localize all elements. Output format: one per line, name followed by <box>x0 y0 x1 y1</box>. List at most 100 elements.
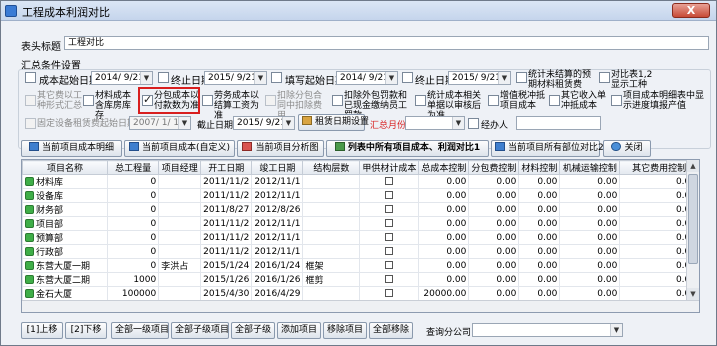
table-cell: 0 <box>106 230 160 245</box>
current-project-chart-button[interactable]: 当前项目分析图 <box>237 140 324 157</box>
fill-end-date-checkbox[interactable] <box>402 72 413 83</box>
remove-project-button[interactable]: 移除项目 <box>323 322 367 339</box>
table-row[interactable]: 设备库02011/11/22012/11/10.000.000.000.000.… <box>22 188 699 203</box>
table-row[interactable]: 财务部02011/8/272012/8/260.000.000.000.000.… <box>22 202 699 217</box>
progress-output-checkbox[interactable] <box>611 95 622 106</box>
table-cell <box>158 216 202 231</box>
table-cell: 框剪 <box>302 272 361 287</box>
fixed-rent-start-checkbox[interactable] <box>25 118 36 129</box>
table-cell: 2015/1/24 <box>200 258 253 273</box>
table-cell: 2012/11/1 <box>251 244 304 259</box>
grid-vertical-scrollbar[interactable]: ▲ ▼ <box>686 160 699 312</box>
move-up-button[interactable]: [1]上移 <box>21 322 63 339</box>
list-all-projects-compare-button[interactable]: 列表中所有项目成本、利润对比1 <box>326 140 489 157</box>
manager-checkbox[interactable] <box>468 118 479 129</box>
scroll-up-icon[interactable]: ▲ <box>687 160 699 172</box>
column-header[interactable]: 开工日期 <box>200 160 253 175</box>
table-cell: 100000 <box>106 286 160 301</box>
current-project-parts-compare-button[interactable]: 当前项目所有部位对比2 <box>491 140 604 157</box>
table-row[interactable]: 预算部02011/11/22012/11/10.000.000.000.000.… <box>22 230 699 245</box>
column-header[interactable]: 甲供材计成本 <box>359 160 420 175</box>
column-header[interactable]: 材料控制 <box>518 160 561 175</box>
deduct-penalty-checkbox[interactable] <box>332 95 343 106</box>
close-icon <box>611 142 622 151</box>
table-row[interactable]: 材料库02011/11/22012/11/10.000.000.000.000.… <box>22 174 699 189</box>
current-project-cost-custom-button[interactable]: 当前项目成本(自定义) <box>124 140 235 157</box>
unsettled-rent-label: 统计未结算的预期材料租赁费 <box>528 70 592 90</box>
column-header[interactable]: 机械运输控制 <box>559 160 621 175</box>
table-cell: 2011/11/2 <box>200 174 253 189</box>
table-cell: 设备库 <box>22 188 108 203</box>
table-cell: 0.00 <box>418 188 470 203</box>
table-cell: 2015/4/30 <box>200 286 253 301</box>
manager-input[interactable] <box>516 116 601 130</box>
summary-month-select[interactable]: ▼ <box>405 116 465 130</box>
query-branch-select[interactable]: ▼ <box>472 323 623 337</box>
move-down-button[interactable]: [2]下移 <box>65 322 107 339</box>
table-title-input[interactable]: 工程对比 <box>64 36 709 50</box>
column-header[interactable]: 项目经理 <box>158 160 202 175</box>
supplied-material-checkbox[interactable] <box>385 176 394 185</box>
cost-start-date-picker[interactable]: 2014/ 9/21 ▼ <box>91 71 153 85</box>
column-header[interactable]: 竣工日期 <box>251 160 304 175</box>
supplied-material-checkbox[interactable] <box>385 274 394 283</box>
column-header[interactable]: 总工程量 <box>106 160 160 175</box>
supplied-material-checkbox[interactable] <box>385 232 394 241</box>
supplied-material-checkbox[interactable] <box>385 246 394 255</box>
chevron-down-icon: ▼ <box>282 117 294 129</box>
labor-settlement-checkbox[interactable] <box>202 95 213 106</box>
unsettled-rent-checkbox[interactable] <box>516 72 527 83</box>
table-cell: 0.00 <box>468 174 520 189</box>
supplied-material-checkbox[interactable] <box>385 260 394 269</box>
scroll-thumb[interactable] <box>688 174 698 264</box>
rent-end-date-picker[interactable]: 2015/ 9/21 ▼ <box>233 116 295 130</box>
table-row[interactable]: 东营大厦一期 0 李洪占 2015/1/24 2016/1/24 框架 0.00 0.00 0.… <box>22 258 699 273</box>
other-fee-worktype-checkbox[interactable] <box>25 95 36 106</box>
cost-start-date-checkbox[interactable] <box>25 72 36 83</box>
close-window-button[interactable]: X <box>672 3 710 18</box>
table-cell <box>302 216 361 231</box>
supplied-material-checkbox[interactable] <box>385 204 394 213</box>
cost-end-date-picker[interactable]: 2015/ 9/21 ▼ <box>204 71 267 85</box>
current-project-cost-detail-button[interactable]: 当前项目成本明细 <box>21 140 122 157</box>
column-header[interactable]: 分包费控制 <box>468 160 520 175</box>
add-project-button[interactable]: 添加项目 <box>277 322 321 339</box>
query-branch-label: 查询分公司 <box>426 328 472 338</box>
supplied-material-checkbox[interactable] <box>385 288 394 297</box>
all-level1-projects-button[interactable]: 全部一级项目 <box>111 322 169 339</box>
compare-table-worktype-checkbox[interactable] <box>599 72 610 83</box>
fill-end-date-picker[interactable]: 2015/ 9/21 ▼ <box>448 71 511 85</box>
column-header[interactable]: 结构层数 <box>302 160 361 175</box>
remove-all-button[interactable]: 全部移除 <box>369 322 413 339</box>
vat-offset-checkbox[interactable] <box>488 95 499 106</box>
table-cell: 0.00 <box>559 258 621 273</box>
column-header[interactable]: 总成本控制 <box>418 160 470 175</box>
table-cell: 0.00 <box>518 202 561 217</box>
cost-end-date-checkbox[interactable] <box>158 72 169 83</box>
material-stock-checkbox[interactable] <box>83 95 94 106</box>
table-row[interactable]: 金石大厦 100000 2015/4/30 2016/4/29 20000.00 0.00… <box>22 286 699 301</box>
table-cell: 材料库 <box>22 174 108 189</box>
all-sublevel-button[interactable]: 全部子级 <box>231 322 275 339</box>
supplied-material-checkbox[interactable] <box>385 190 394 199</box>
table-row[interactable]: 东营大厦二期 1000 2015/1/26 2016/1/26 框剪 0.00 0.00 0.… <box>22 272 699 287</box>
project-grid[interactable]: 项目名称 总工程量 项目经理 开工日期 竣工日期 结构层数 甲供材计成本 总成本控制 分包费控制… <box>21 159 700 313</box>
fill-start-date-picker[interactable]: 2014/ 9/21 ▼ <box>336 71 398 85</box>
column-header[interactable]: 项目名称 <box>22 160 108 175</box>
grid-horizontal-scrollbar[interactable] <box>22 300 699 312</box>
fill-start-date-checkbox[interactable] <box>271 72 282 83</box>
table-cell: 0.00 <box>418 230 470 245</box>
rent-date-settings-button[interactable]: 租赁日期设置 <box>298 114 369 131</box>
fixed-rent-start-date-picker[interactable]: 2007/ 1/ 1 ▼ <box>129 116 191 130</box>
deduct-subcontract-fee-checkbox[interactable] <box>265 95 276 106</box>
table-row[interactable]: 行政部02011/11/22012/11/10.000.000.000.000.… <box>22 244 699 259</box>
scroll-down-icon[interactable]: ▼ <box>687 288 699 300</box>
other-income-offset-checkbox[interactable] <box>549 95 560 106</box>
close-button[interactable]: 关闭 <box>603 140 651 157</box>
list-icon <box>334 142 345 151</box>
table-cell: 0.00 <box>559 216 621 231</box>
supplied-material-checkbox[interactable] <box>385 218 394 227</box>
table-row[interactable]: 项目部02011/11/22012/11/10.000.000.000.000.… <box>22 216 699 231</box>
all-sublevel-projects-button[interactable]: 全部子级项目 <box>171 322 229 339</box>
audited-docs-checkbox[interactable] <box>415 95 426 106</box>
